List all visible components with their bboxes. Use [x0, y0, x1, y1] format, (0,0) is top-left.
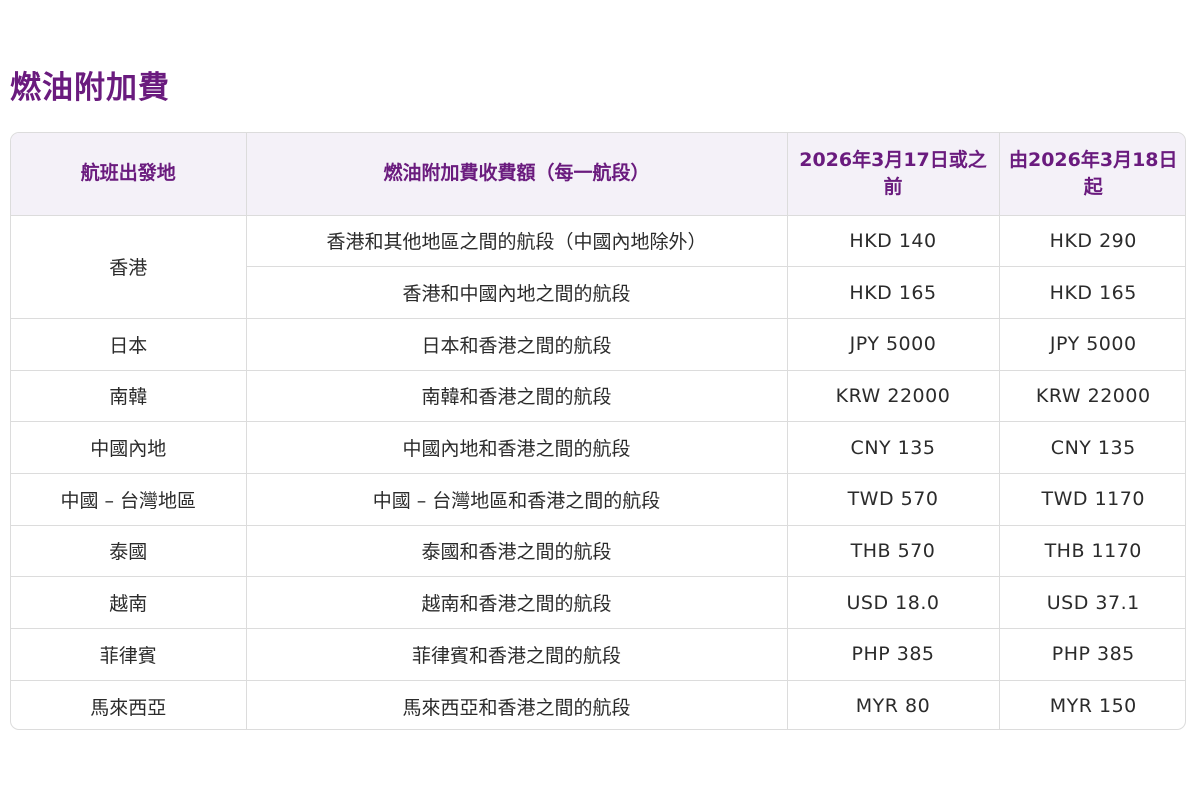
- row-fee-after: HKD 165: [999, 266, 1185, 319]
- row-origin: 越南: [11, 576, 247, 629]
- row-origin: 泰國: [11, 525, 247, 578]
- row-fee-after: JPY 5000: [999, 318, 1185, 371]
- row-fee-after: PHP 385: [999, 628, 1185, 681]
- row-origin: 菲律賓: [11, 628, 247, 681]
- row-sector: 泰國和香港之間的航段: [246, 525, 788, 578]
- page-title: 燃油附加費: [10, 70, 170, 106]
- row-sector: 香港和其他地區之間的航段（中國內地除外）: [246, 215, 788, 268]
- row-sector: 菲律賓和香港之間的航段: [246, 628, 788, 681]
- row-fee-before: HKD 140: [787, 215, 1000, 268]
- row-sector: 中國內地和香港之間的航段: [246, 421, 788, 474]
- row-sector: 南韓和香港之間的航段: [246, 370, 788, 423]
- row-fee-after: THB 1170: [999, 525, 1185, 578]
- row-sector: 日本和香港之間的航段: [246, 318, 788, 371]
- row-fee-before: USD 18.0: [787, 576, 1000, 629]
- table-row: 南韓 南韓和香港之間的航段 KRW 22000 KRW 22000: [11, 370, 1185, 423]
- table-row: 中國 – 台灣地區 中國 – 台灣地區和香港之間的航段 TWD 570 TWD …: [11, 473, 1185, 526]
- row-fee-before: TWD 570: [787, 473, 1000, 526]
- row-fee-before: PHP 385: [787, 628, 1000, 681]
- table-row: 香港 香港和其他地區之間的航段（中國內地除外） HKD 140 HKD 290: [11, 215, 1185, 319]
- row-fee-before: HKD 165: [787, 266, 1000, 319]
- table-row: 泰國 泰國和香港之間的航段 THB 570 THB 1170: [11, 525, 1185, 578]
- row-fee-before: MYR 80: [787, 680, 1000, 729]
- fuel-surcharge-table: 航班出發地 燃油附加費收費額（每一航段） 2026年3月17日或之前 由2026…: [11, 133, 1185, 729]
- row-sector: 香港和中國內地之間的航段: [246, 266, 788, 319]
- row-fee-after: MYR 150: [1049, 695, 1137, 718]
- table-row: 中國內地 中國內地和香港之間的航段 CNY 135 CNY 135: [11, 421, 1185, 474]
- row-origin: 馬來西亞: [11, 680, 247, 729]
- header-origin: 航班出發地: [11, 133, 247, 216]
- table-row: 日本 日本和香港之間的航段 JPY 5000 JPY 5000: [11, 318, 1185, 371]
- table-header: 航班出發地 燃油附加費收費額（每一航段） 2026年3月17日或之前 由2026…: [11, 133, 1185, 216]
- row-fee-after: USD 37.1: [999, 576, 1185, 629]
- header-before-date: 2026年3月17日或之前: [787, 133, 1000, 216]
- row-origin: 香港: [11, 215, 247, 319]
- row-fee-after: CNY 135: [999, 421, 1185, 474]
- row-fee-before: KRW 22000: [787, 370, 1000, 423]
- row-origin: 中國內地: [11, 421, 247, 474]
- row-fee-after: KRW 22000: [999, 370, 1185, 423]
- header-from-date: 由2026年3月18日起: [999, 133, 1185, 216]
- row-fee-before: THB 570: [787, 525, 1000, 578]
- row-fee-after: HKD 290: [999, 215, 1185, 268]
- row-fee-before: CNY 135: [787, 421, 1000, 474]
- surcharge-table-container: 航班出發地 燃油附加費收費額（每一航段） 2026年3月17日或之前 由2026…: [10, 132, 1186, 730]
- row-sector: 馬來西亞和香港之間的航段: [246, 680, 788, 729]
- row-sector: 中國 – 台灣地區和香港之間的航段: [246, 473, 788, 526]
- header-row: 航班出發地 燃油附加費收費額（每一航段） 2026年3月17日或之前 由2026…: [11, 133, 1185, 216]
- table-row: 菲律賓 菲律賓和香港之間的航段 PHP 385 PHP 385: [11, 628, 1185, 681]
- header-sector-amount: 燃油附加費收費額（每一航段）: [246, 133, 788, 216]
- row-origin: 日本: [11, 318, 247, 371]
- table-row: 越南 越南和香港之間的航段 USD 18.0 USD 37.1: [11, 576, 1185, 629]
- row-origin: 南韓: [11, 370, 247, 423]
- table-body: 香港 香港和其他地區之間的航段（中國內地除外） HKD 140 HKD 290 …: [11, 215, 1185, 729]
- row-origin: 中國 – 台灣地區: [11, 473, 247, 526]
- table-row: 馬來西亞 馬來西亞和香港之間的航段 MYR 80 MYR 150: [11, 680, 1185, 729]
- row-fee-after: TWD 1170: [999, 473, 1185, 526]
- row-sector: 越南和香港之間的航段: [246, 576, 788, 629]
- row-fee-before: JPY 5000: [787, 318, 1000, 371]
